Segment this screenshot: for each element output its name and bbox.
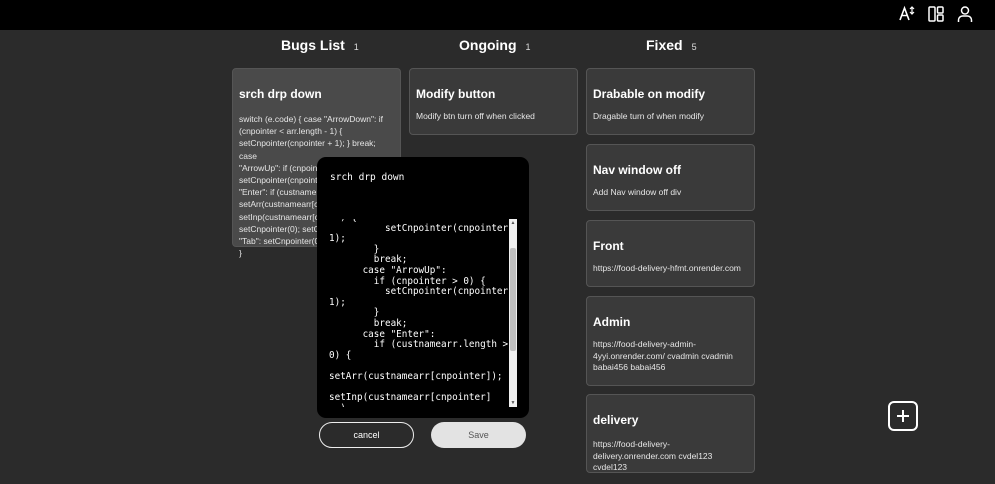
body-line: (cnpointer < arr.length - 1) { bbox=[239, 126, 343, 137]
scroll-up-icon[interactable]: ▲ bbox=[509, 219, 517, 227]
modal-title: srch drp down bbox=[330, 172, 405, 183]
scrollbar[interactable]: ▲ ▼ bbox=[509, 219, 517, 407]
card-body: Modify btn turn off when clicked bbox=[416, 111, 535, 121]
fixed-card[interactable]: Admin https://food-delivery-admin-4yyi.o… bbox=[586, 296, 755, 386]
code-textarea[interactable]: ) { setCnpointer(cnpointer + 1); } break… bbox=[329, 219, 517, 407]
ongoing-card[interactable]: Modify button Modify btn turn off when c… bbox=[409, 68, 578, 135]
card-body: Dragable turn of when modify bbox=[593, 111, 705, 121]
column-header-ongoing: Ongoing 1 bbox=[459, 37, 531, 53]
fixed-card[interactable]: Front https://food-delivery-hfmt.onrende… bbox=[586, 220, 755, 287]
fixed-card[interactable]: Drabable on modify Dragable turn of when… bbox=[586, 68, 755, 135]
card-title: Nav window off bbox=[593, 163, 681, 177]
cancel-button[interactable]: cancel bbox=[319, 422, 414, 448]
card-title: srch drp down bbox=[239, 87, 322, 101]
card-title: Modify button bbox=[416, 87, 496, 101]
card-title: Front bbox=[593, 239, 624, 253]
card-body: https://food-delivery-delivery.onrender.… bbox=[593, 439, 713, 472]
top-icons bbox=[897, 4, 975, 24]
column-title: Ongoing bbox=[459, 37, 517, 53]
scroll-down-icon[interactable]: ▼ bbox=[509, 399, 517, 407]
card-title: Drabable on modify bbox=[593, 87, 706, 101]
fixed-card[interactable]: delivery https://food-delivery-delivery.… bbox=[586, 394, 755, 473]
layout-icon[interactable] bbox=[926, 4, 946, 24]
card-title: Admin bbox=[593, 315, 631, 329]
column-title: Fixed bbox=[646, 37, 683, 53]
card-body: Add Nav window off div bbox=[593, 187, 682, 197]
user-icon[interactable] bbox=[955, 4, 975, 24]
column-header-fixed: Fixed 5 bbox=[646, 37, 697, 53]
save-button[interactable]: Save bbox=[431, 422, 526, 448]
top-bar bbox=[0, 0, 995, 30]
scroll-thumb[interactable] bbox=[510, 248, 516, 351]
add-card-button[interactable] bbox=[888, 401, 918, 431]
text-size-icon[interactable] bbox=[897, 4, 917, 24]
column-count: 5 bbox=[691, 42, 697, 52]
column-count: 1 bbox=[353, 42, 359, 52]
fixed-card[interactable]: Nav window off Add Nav window off div bbox=[586, 144, 755, 211]
column-title: Bugs List bbox=[281, 37, 345, 53]
card-body: https://food-delivery-hfmt.onrender.com bbox=[593, 263, 741, 273]
code-text: ) { setCnpointer(cnpointer + 1); } break… bbox=[329, 219, 517, 407]
body-line: switch (e.code) { case "ArrowDown": if bbox=[239, 114, 383, 124]
card-body: https://food-delivery-admin-4yyi.onrende… bbox=[593, 339, 733, 372]
plus-icon bbox=[897, 410, 909, 422]
edit-modal: srch drp down ) { setCnpointer(cnpointer… bbox=[317, 157, 529, 418]
card-title: delivery bbox=[593, 413, 639, 427]
column-count: 1 bbox=[525, 42, 531, 52]
column-header-bugs: Bugs List 1 bbox=[281, 37, 359, 53]
